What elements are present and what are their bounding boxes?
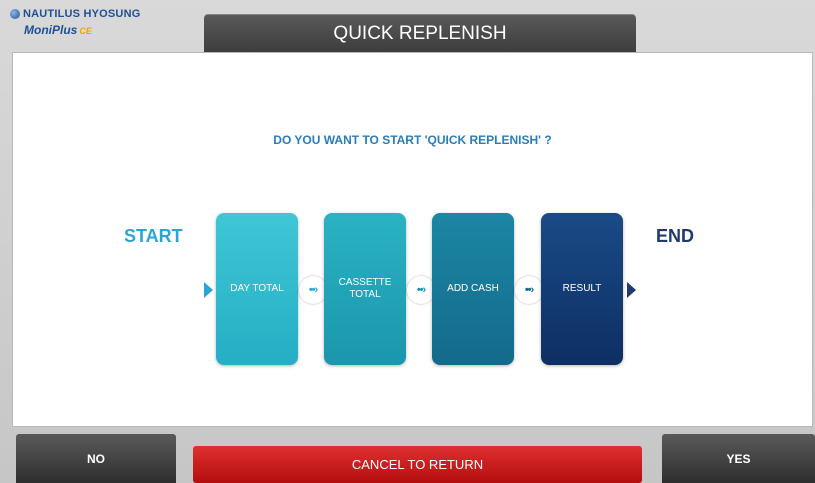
flow-step-label: RESULT [562,283,602,294]
cancel-button[interactable]: CANCEL TO RETURN [193,446,642,483]
globe-icon [10,9,20,19]
chevron-right-icon [627,282,636,298]
flow-step-label: CASSETTE TOTAL [338,277,392,300]
app-frame: NAUTILUS HYOSUNG MoniPlus CE QUICK REPLEN… [0,0,815,483]
brand-company-label: NAUTILUS HYOSUNG [23,8,141,20]
flow-step-label: ADD CASH [447,283,499,294]
flow-step-result: RESULT [541,213,623,365]
connector-arrow-icon: ••› [515,276,543,304]
brand-company: NAUTILUS HYOSUNG [10,8,180,20]
no-button[interactable]: NO [16,434,176,483]
flow-step-day-total: DAY TOTAL [216,213,298,365]
page-title: QUICK REPLENISH [204,14,636,52]
brand-product-suffix: CE [79,26,92,36]
yes-button[interactable]: YES [662,434,815,483]
confirm-question: DO YOU WANT TO START 'QUICK REPLENISH' ? [273,133,552,147]
brand-product-label: MoniPlus [24,23,78,37]
flow-step-add-cash: ADD CASH [432,213,514,365]
flow-end-label: END [656,226,695,246]
brand-product: MoniPlus CE [24,23,180,37]
flow-step-cassette-total: CASSETTE TOTAL [324,213,406,365]
connector-arrow-icon: ••› [407,276,435,304]
brand-logo: NAUTILUS HYOSUNG MoniPlus CE [10,8,180,48]
flow-step-label: DAY TOTAL [230,283,284,294]
connector-arrow-icon: ••› [299,276,327,304]
chevron-right-icon [204,282,213,298]
flow-start-label: START [124,226,183,246]
